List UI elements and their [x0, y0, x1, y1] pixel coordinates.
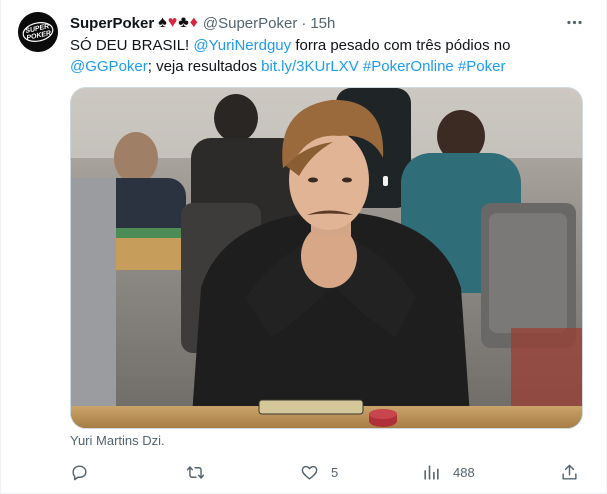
spade-icon: ♠: [158, 14, 168, 31]
share-button[interactable]: [560, 459, 579, 485]
tweet-text-part: forra pesado com três pódios no: [291, 37, 511, 54]
photo-caption: Yuri Martins Dzi.: [70, 433, 165, 448]
tweet-text-part: SÓ DEU BRASIL!: [70, 37, 194, 54]
tweet-header: SuperPoker ♠♥♣♦ @SuperPoker · 15h: [70, 13, 335, 33]
reply-icon: [72, 464, 87, 480]
suits-emoji: ♠♥♣♦: [158, 14, 199, 32]
tweet-card[interactable]: SUPER POKER SuperPoker ♠♥♣♦ @SuperPoker …: [0, 0, 607, 494]
views-button[interactable]: 488: [422, 459, 475, 485]
retweet-icon: [186, 465, 205, 479]
mention-link[interactable]: @YuriNerdguy: [193, 37, 291, 54]
divider: [0, 0, 1, 494]
author-handle[interactable]: @SuperPoker: [203, 15, 297, 32]
heart-icon: [301, 465, 318, 480]
more-options-button[interactable]: [562, 10, 586, 34]
avatar[interactable]: SUPER POKER: [18, 12, 58, 52]
superpoker-logo-icon: SUPER POKER: [18, 12, 58, 52]
tweet-photo[interactable]: [70, 87, 583, 429]
tweet-actions: 5 488: [62, 459, 592, 485]
heart-icon: ♥: [167, 14, 179, 31]
separator: ·: [301, 14, 307, 32]
timestamp[interactable]: 15h: [310, 15, 335, 32]
views-count: 488: [453, 464, 475, 480]
hashtag-link[interactable]: #PokerOnline: [363, 58, 454, 75]
diamond-icon: ♦: [189, 14, 199, 31]
club-icon: ♣: [178, 14, 190, 31]
tweet-text: SÓ DEU BRASIL! @YuriNerdguy forra pesado…: [70, 35, 590, 77]
like-count: 5: [331, 464, 339, 480]
more-icon: [566, 20, 582, 24]
mention-link[interactable]: @GGPoker: [70, 58, 148, 75]
like-button[interactable]: 5: [300, 459, 338, 485]
reply-button[interactable]: [70, 459, 101, 485]
analytics-icon: [424, 464, 439, 480]
author-name[interactable]: SuperPoker: [70, 15, 154, 32]
poker-player-photo: [71, 88, 582, 428]
url-link[interactable]: bit.ly/3KUrLXV: [261, 58, 359, 75]
tweet-text-part: ; veja resultados: [147, 58, 262, 75]
share-icon: [562, 464, 577, 480]
retweet-button[interactable]: [186, 459, 217, 485]
hashtag-link[interactable]: #Poker: [458, 58, 506, 75]
